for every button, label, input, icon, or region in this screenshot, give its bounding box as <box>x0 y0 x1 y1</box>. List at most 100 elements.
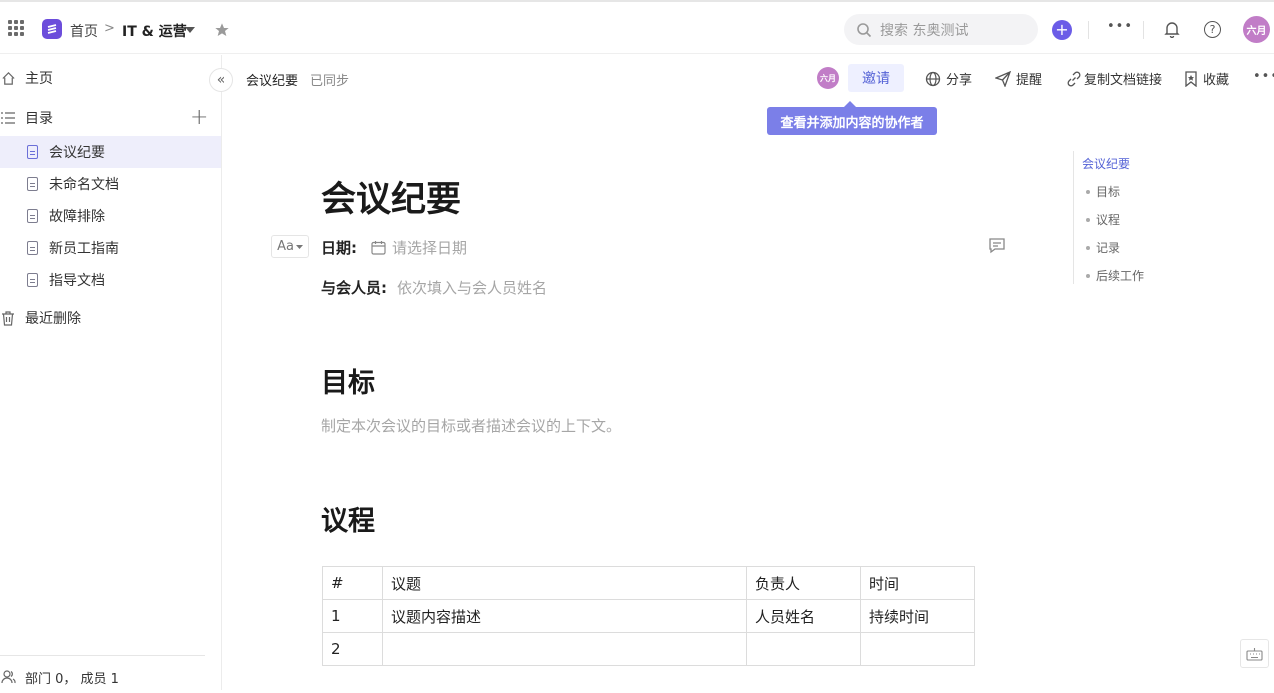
table-cell[interactable]: 2 <box>322 632 383 666</box>
sidebar-item-onboarding[interactable]: 新员工指南 <box>0 232 221 264</box>
table-header-cell[interactable]: 负责人 <box>746 566 861 600</box>
user-avatar[interactable]: 六月 <box>1243 16 1270 43</box>
favorite-button[interactable]: 收藏 <box>1184 69 1229 88</box>
calendar-icon <box>371 241 386 255</box>
bell-icon[interactable] <box>1164 21 1180 38</box>
sidebar-item-trash[interactable]: 最近删除 <box>0 302 221 334</box>
bullet-icon <box>1086 273 1090 278</box>
app-logo[interactable] <box>42 19 62 39</box>
attendees-label: 与会人员: <box>321 279 387 297</box>
sidebar-catalog-label: 目录 <box>25 111 53 127</box>
table-row: 1 议题内容描述 人员姓名 持续时间 <box>322 599 975 633</box>
breadcrumb-home[interactable]: 首页 <box>70 21 98 41</box>
attendees-input[interactable]: 依次填入与会人员姓名 <box>397 277 547 298</box>
table-cell[interactable] <box>746 632 861 666</box>
sidebar-item-label: 指导文档 <box>49 273 105 289</box>
document-icon <box>26 145 38 159</box>
table-of-contents: 会议纪要 目标 议程 记录 后续工作 <box>1073 151 1203 284</box>
sidebar-item-label: 主页 <box>25 71 53 87</box>
copy-link-button[interactable]: 复制文档链接 <box>1066 69 1162 88</box>
keyboard-icon <box>1246 647 1263 661</box>
goal-placeholder[interactable]: 制定本次会议的目标或者描述会议的上下文。 <box>321 415 621 436</box>
toc-item-label: 议程 <box>1096 213 1121 227</box>
table-cell[interactable] <box>860 632 975 666</box>
search-box[interactable]: 搜索 东奥测试 <box>844 14 1038 45</box>
text-format-button[interactable]: Aa <box>271 235 309 258</box>
sidebar-item-meeting-notes[interactable]: 会议纪要 <box>0 136 221 168</box>
toc-item-label: 记录 <box>1096 241 1121 255</box>
bullet-icon <box>1086 189 1090 194</box>
remind-label: 提醒 <box>1016 73 1043 88</box>
invite-button[interactable]: 邀请 <box>848 64 904 92</box>
toc-item[interactable]: 会议纪要 <box>1082 155 1130 172</box>
table-header-row: # 议题 负责人 时间 <box>322 566 975 600</box>
more-menu-button[interactable]: ••• <box>1107 19 1133 34</box>
members-summary[interactable]: 部门 0， 成员 1 <box>0 661 221 693</box>
text-format-label: Aa <box>277 239 294 254</box>
members-summary-label: 部门 0， 成员 1 <box>25 671 119 687</box>
table-cell[interactable]: 人员姓名 <box>746 599 861 633</box>
help-icon[interactable]: ? <box>1204 21 1221 38</box>
date-picker[interactable]: 请选择日期 <box>371 237 467 258</box>
apps-grid-icon[interactable] <box>8 20 24 36</box>
toc-item[interactable]: 记录 <box>1086 239 1120 256</box>
remind-button[interactable]: 提醒 <box>995 69 1042 88</box>
sidebar-catalog-header[interactable]: 目录 <box>0 102 221 134</box>
document-header: 会议纪要 已同步 六月 邀请 分享 提醒 复制文档链接 收藏 ••• <box>222 55 1274 101</box>
date-placeholder: 请选择日期 <box>392 239 468 257</box>
globe-icon <box>925 71 941 86</box>
top-bar: 首页 > IT & 运营 搜索 东奥测试 + ••• ? 六月 <box>0 0 1274 54</box>
table-cell[interactable]: 持续时间 <box>860 599 975 633</box>
toc-item[interactable]: 议程 <box>1086 211 1120 228</box>
keyboard-shortcut-button[interactable] <box>1240 639 1269 668</box>
sidebar-item-label: 最近删除 <box>25 311 81 327</box>
attendees-field-row: 与会人员: 依次填入与会人员姓名 <box>321 277 547 298</box>
sync-status: 已同步 <box>310 74 350 89</box>
trash-icon <box>0 310 16 326</box>
date-label: 日期: <box>321 239 357 257</box>
chevron-down-icon[interactable] <box>185 27 195 33</box>
agenda-table: # 议题 负责人 时间 1 议题内容描述 人员姓名 持续时间 2 <box>322 566 975 666</box>
toc-item-label: 会议纪要 <box>1082 157 1131 171</box>
sidebar-item-guide[interactable]: 指导文档 <box>0 264 221 296</box>
favorite-label: 收藏 <box>1203 73 1230 88</box>
table-header-cell[interactable]: 议题 <box>382 566 747 600</box>
home-icon <box>0 70 16 86</box>
create-plus-button[interactable]: + <box>1052 20 1072 40</box>
sidebar-item-troubleshooting[interactable]: 故障排除 <box>0 200 221 232</box>
paper-plane-icon <box>995 70 1011 87</box>
document-title[interactable]: 会议纪要 <box>321 171 461 222</box>
document-title-header: 会议纪要 <box>246 74 299 89</box>
comment-icon[interactable] <box>988 238 1006 258</box>
share-button[interactable]: 分享 <box>925 69 972 88</box>
table-cell[interactable] <box>382 632 747 666</box>
bookmark-icon <box>1185 70 1197 87</box>
add-document-button[interactable]: + <box>190 105 208 130</box>
sidebar-item-label: 新员工指南 <box>49 241 119 257</box>
goal-heading[interactable]: 目标 <box>321 361 375 400</box>
toc-item[interactable]: 目标 <box>1086 183 1120 200</box>
document-icon <box>26 273 38 287</box>
list-icon <box>0 110 16 126</box>
breadcrumb-workspace[interactable]: IT & 运营 <box>122 21 187 41</box>
document-more-button[interactable]: ••• <box>1253 69 1274 84</box>
document-icon <box>26 177 38 191</box>
document-icon <box>26 209 38 223</box>
date-field-row: 日期: 请选择日期 <box>321 237 467 258</box>
bullet-icon <box>1086 245 1090 250</box>
table-header-cell[interactable]: # <box>322 566 383 600</box>
sidebar-item-label: 会议纪要 <box>49 145 105 161</box>
copy-link-label: 复制文档链接 <box>1084 73 1163 88</box>
table-cell[interactable]: 议题内容描述 <box>382 599 747 633</box>
toc-item-label: 后续工作 <box>1096 269 1145 283</box>
sidebar-item-untitled[interactable]: 未命名文档 <box>0 168 221 200</box>
sidebar-item-label: 故障排除 <box>49 209 105 225</box>
sidebar-item-home[interactable]: 主页 <box>0 62 221 94</box>
collaborator-avatar[interactable]: 六月 <box>817 67 839 89</box>
agenda-heading[interactable]: 议程 <box>321 499 375 538</box>
star-icon[interactable] <box>214 22 230 38</box>
table-row: 2 <box>322 632 975 666</box>
toc-item[interactable]: 后续工作 <box>1086 267 1144 284</box>
table-cell[interactable]: 1 <box>322 599 383 633</box>
table-header-cell[interactable]: 时间 <box>860 566 975 600</box>
